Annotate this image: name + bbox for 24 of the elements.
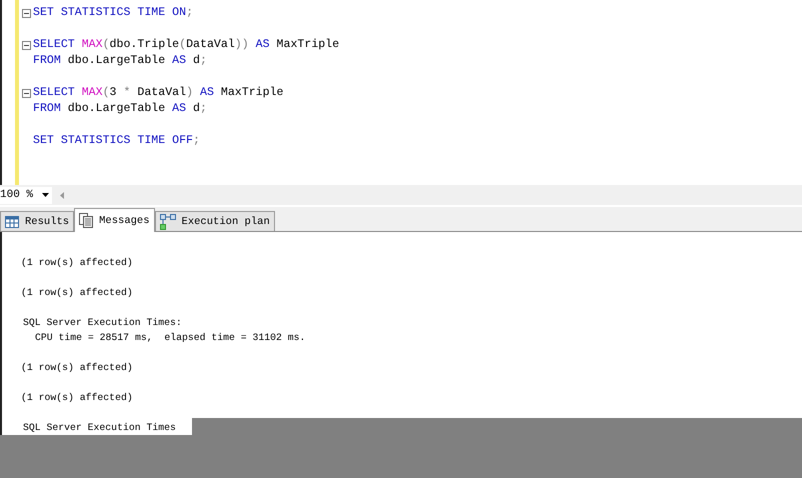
- message-line: (1 row(s) affected): [21, 361, 133, 375]
- caret-icon: [42, 193, 49, 197]
- code-line: FROM dbo.LargeTable AS d;: [33, 101, 207, 117]
- message-line: (1 row(s) affected): [21, 391, 133, 405]
- plan-icon: [160, 214, 176, 230]
- collapse-icon[interactable]: [22, 88, 31, 98]
- message-line: (1 row(s) affected): [21, 256, 133, 270]
- code-line: SELECT MAX(3 * DataVal) AS MaxTriple: [33, 85, 284, 101]
- message-line: SQL Server Execution Times:: [23, 316, 182, 330]
- zoom-dropdown[interactable]: 100 %: [0, 186, 52, 204]
- message-line: (1 row(s) affected): [21, 286, 133, 300]
- result-tab[interactable]: Results: [0, 211, 74, 231]
- code-line: SET STATISTICS TIME ON;: [33, 5, 194, 21]
- message-line: CPU time = 28517 ms, elapsed time = 31102 ms.: [35, 331, 306, 345]
- code-line: SELECT MAX(dbo.Triple(DataVal)) AS MaxTriple: [33, 37, 340, 53]
- code-line: FROM dbo.LargeTable AS d;: [33, 53, 207, 69]
- collapse-icon[interactable]: [22, 8, 31, 18]
- result-tab[interactable]: Execution plan: [154, 211, 275, 231]
- document-icon: [79, 213, 94, 228]
- grid-icon: [5, 216, 19, 228]
- result-tab[interactable]: Messages: [74, 208, 155, 232]
- code-line: SET STATISTICS TIME OFF;: [33, 133, 200, 149]
- collapse-icon[interactable]: [22, 40, 31, 50]
- message-line: SQL Server Execution Times: [23, 421, 176, 435]
